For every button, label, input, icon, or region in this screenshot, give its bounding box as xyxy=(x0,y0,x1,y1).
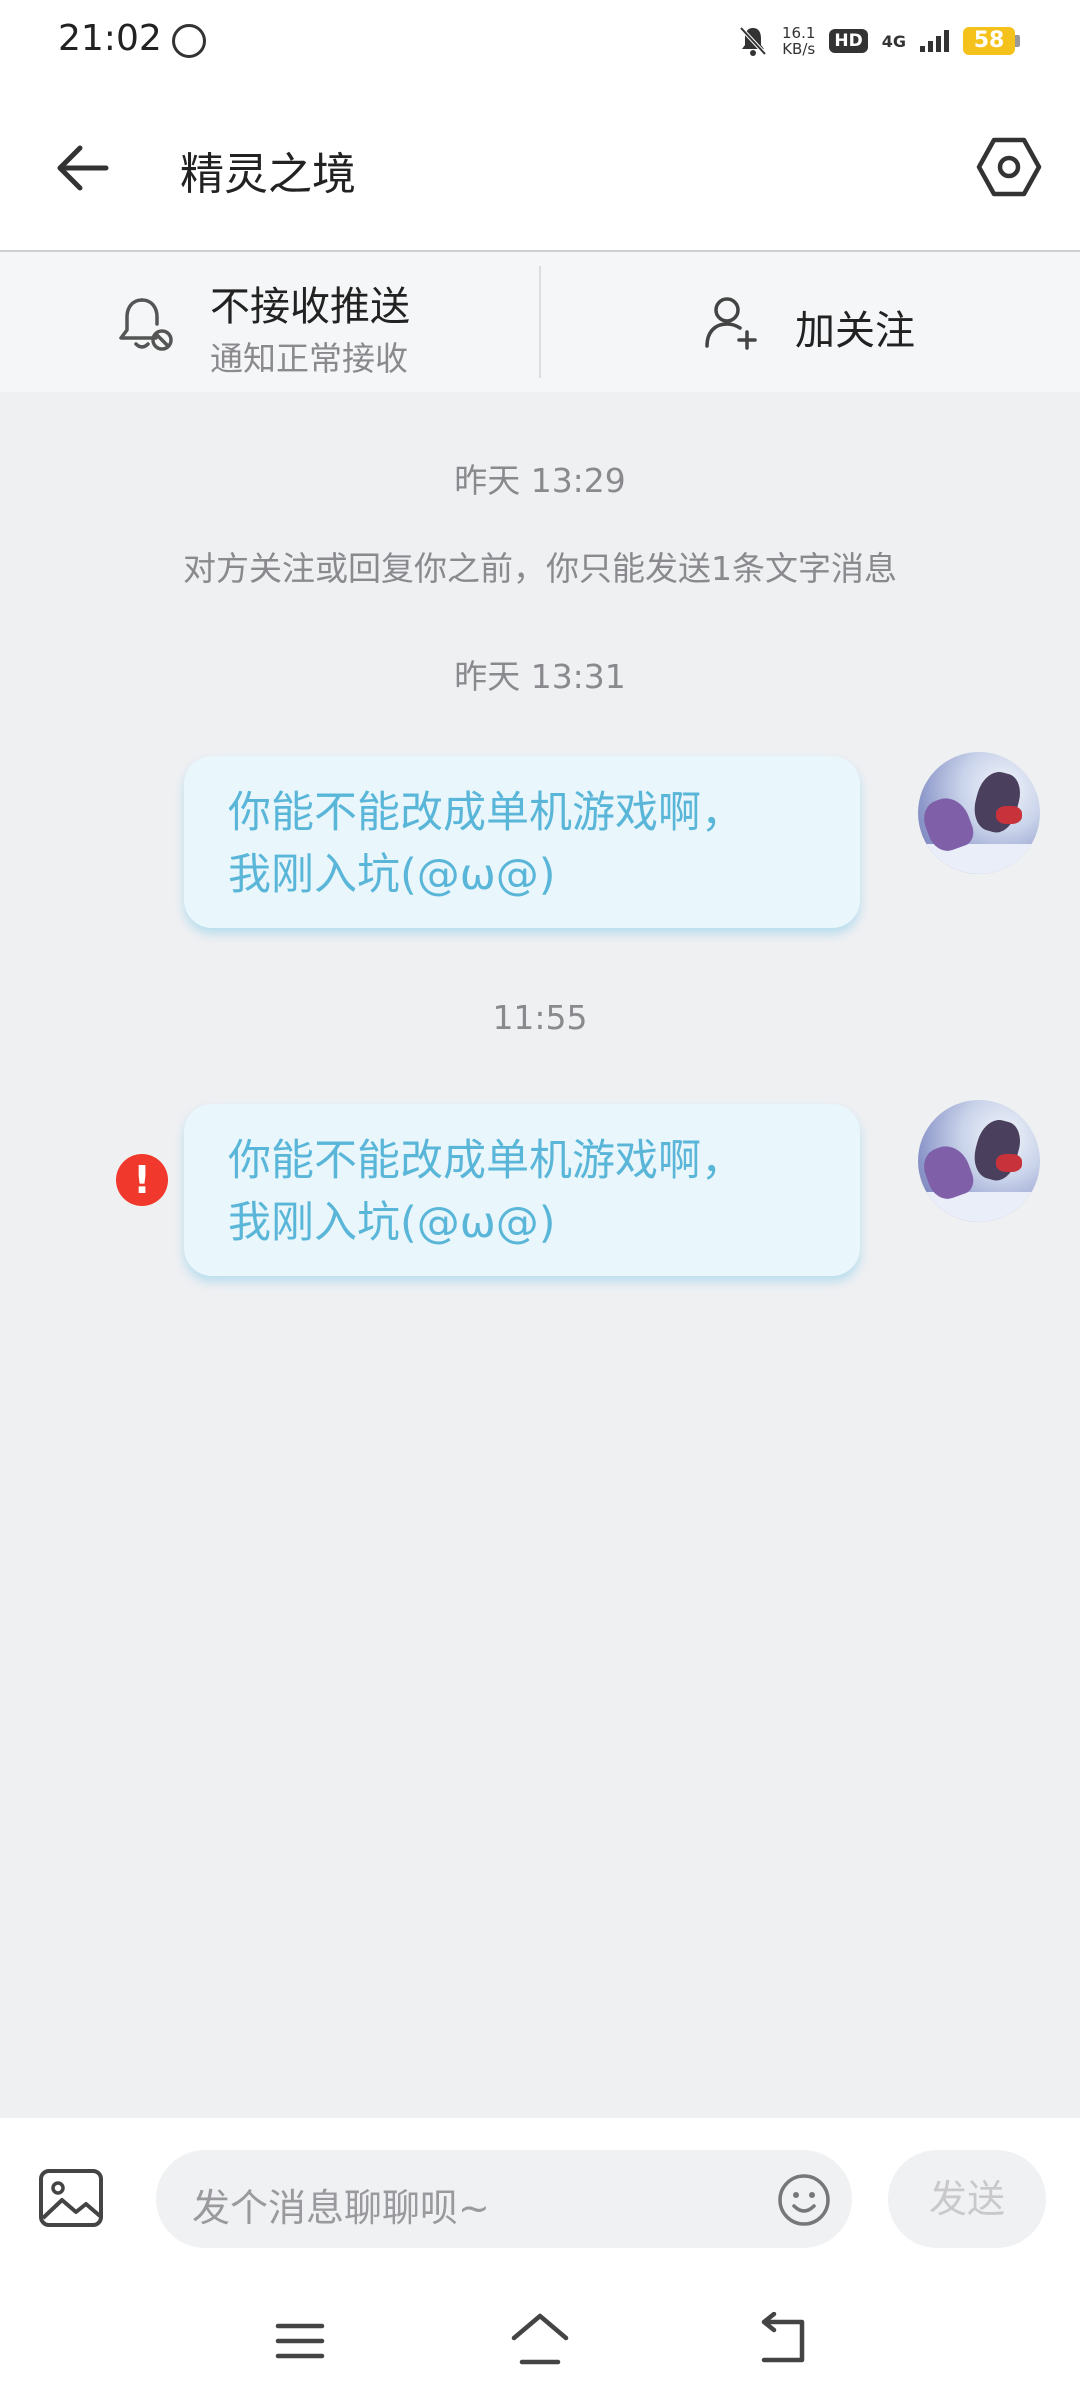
hd-badge: HD xyxy=(829,29,868,53)
system-nav-bar xyxy=(0,2280,1080,2400)
menu-icon xyxy=(275,2323,325,2359)
message-input-bar: 发个消息聊聊呗~ 发送 xyxy=(0,2118,1080,2280)
timestamp: 昨天 13:31 xyxy=(454,657,626,696)
follow-button[interactable]: 加关注 xyxy=(541,252,1080,392)
emoji-icon xyxy=(778,2174,830,2226)
settings-button[interactable] xyxy=(974,132,1044,202)
message-text-line: 我刚入坑(@ω@) xyxy=(228,1198,556,1248)
push-setting-button[interactable]: 不接收推送 通知正常接收 xyxy=(0,252,540,392)
return-icon xyxy=(761,2311,805,2363)
avatar[interactable] xyxy=(918,752,1040,874)
network-type: 4G xyxy=(881,31,906,51)
signal-icon xyxy=(920,30,949,52)
follow-label: 加关注 xyxy=(795,308,915,354)
image-picker-button[interactable] xyxy=(38,2168,104,2228)
send-limit-notice: 对方关注或回复你之前，你只能发送1条文字消息 xyxy=(183,549,897,588)
push-setting-subtitle: 通知正常接收 xyxy=(210,339,408,378)
message-text-line: 我刚入坑(@ω@) xyxy=(228,850,556,900)
bell-off-icon xyxy=(119,298,173,351)
message-bubble[interactable]: 你能不能改成单机游戏啊， 我刚入坑(@ω@) xyxy=(184,1104,860,1276)
recent-apps-button[interactable] xyxy=(272,2316,328,2366)
image-icon xyxy=(39,2169,103,2227)
send-failed-icon[interactable]: ! xyxy=(116,1154,168,1206)
system-back-button[interactable] xyxy=(752,2311,812,2368)
back-button[interactable] xyxy=(50,136,114,200)
network-speed: 16.1 KB/s xyxy=(782,25,815,57)
avatar[interactable] xyxy=(918,1100,1040,1222)
message-input-placeholder: 发个消息聊聊呗~ xyxy=(192,2186,490,2230)
emoji-button[interactable] xyxy=(776,2172,832,2228)
message-text-line: 你能不能改成单机游戏啊， xyxy=(228,788,744,838)
network-speed-value: 16.1 xyxy=(781,24,816,42)
timestamp: 11:55 xyxy=(492,998,588,1037)
add-user-icon xyxy=(705,297,757,350)
home-icon xyxy=(511,2313,569,2365)
battery-icon: 58 xyxy=(963,27,1020,55)
app-notification-icon xyxy=(172,24,206,58)
battery-tip xyxy=(1015,35,1020,47)
chat-messages: 昨天 13:29 对方关注或回复你之前，你只能发送1条文字消息 昨天 13:31… xyxy=(0,392,1080,2118)
mute-icon xyxy=(739,26,767,56)
settings-hexagon-icon xyxy=(976,137,1042,197)
action-bar: 不接收推送 通知正常接收 加关注 xyxy=(0,252,1080,392)
timestamp: 昨天 13:29 xyxy=(454,461,626,500)
chat-header: 精灵之境 xyxy=(0,82,1080,252)
page-title: 精灵之境 xyxy=(180,149,356,200)
status-time: 21:02 xyxy=(58,18,162,59)
message-input[interactable]: 发个消息聊聊呗~ xyxy=(156,2150,852,2248)
back-arrow-icon xyxy=(57,145,109,191)
message-text-line: 你能不能改成单机游戏啊， xyxy=(228,1136,744,1186)
status-indicators: 16.1 KB/s HD 4G 58 xyxy=(738,20,1020,62)
send-button[interactable]: 发送 xyxy=(888,2150,1046,2248)
battery-level: 58 xyxy=(963,27,1015,55)
message-bubble[interactable]: 你能不能改成单机游戏啊， 我刚入坑(@ω@) xyxy=(184,756,860,928)
home-button[interactable] xyxy=(508,2310,572,2370)
status-bar: 21:02 16.1 KB/s HD 4G 58 xyxy=(0,0,1080,82)
push-setting-title: 不接收推送 xyxy=(210,284,410,330)
network-speed-unit: KB/s xyxy=(782,40,816,58)
